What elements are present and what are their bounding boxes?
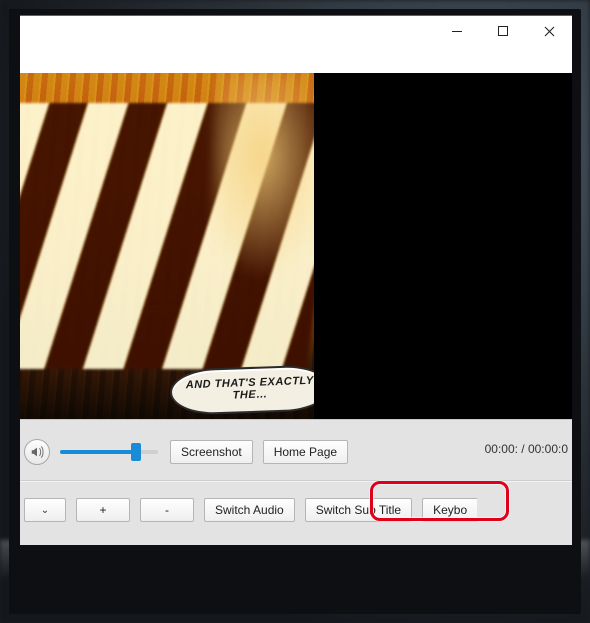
video-area[interactable]: AND THAT'S EXACTLY THE… — [20, 73, 572, 419]
video-frame: AND THAT'S EXACTLY THE… — [20, 73, 314, 419]
volume-icon[interactable] — [24, 439, 50, 465]
controls-row-2: ⌄ + - Switch Audio Switch Sub Title Keyb… — [20, 496, 572, 524]
speech-bubble-text: AND THAT'S EXACTLY THE… — [172, 376, 314, 405]
chevron-down-icon: ⌄ — [41, 505, 49, 516]
switch-subtitle-button[interactable]: Switch Sub Title — [305, 498, 412, 522]
outer-frame: AND THAT'S EXACTLY THE… Screenshot Home … — [9, 9, 581, 614]
timecode-label: 00:00: / 00:00:0 — [485, 442, 568, 456]
video-still-glow — [214, 73, 314, 281]
volume-slider-thumb[interactable] — [131, 443, 141, 461]
plus-button[interactable]: + — [76, 498, 130, 522]
volume-slider[interactable] — [60, 450, 158, 454]
switch-audio-button[interactable]: Switch Audio — [204, 498, 295, 522]
window-titlebar[interactable] — [20, 16, 572, 54]
home-page-button[interactable]: Home Page — [263, 440, 348, 464]
keyboard-button[interactable]: Keybo — [422, 498, 477, 522]
minus-button[interactable]: - — [140, 498, 194, 522]
dropdown-button[interactable]: ⌄ — [24, 498, 66, 522]
window-minimize-button[interactable] — [434, 16, 480, 46]
volume-slider-fill — [60, 450, 133, 454]
window-controls — [434, 16, 572, 46]
player-window: AND THAT'S EXACTLY THE… Screenshot Home … — [20, 15, 572, 545]
screenshot-button[interactable]: Screenshot — [170, 440, 253, 464]
player-controls-panel: Screenshot Home Page 00:00: / 00:00:0 ⌄ … — [20, 419, 572, 545]
speech-bubble: AND THAT'S EXACTLY THE… — [169, 364, 314, 416]
window-maximize-button[interactable] — [480, 16, 526, 46]
window-close-button[interactable] — [526, 16, 572, 46]
controls-divider — [20, 480, 572, 482]
